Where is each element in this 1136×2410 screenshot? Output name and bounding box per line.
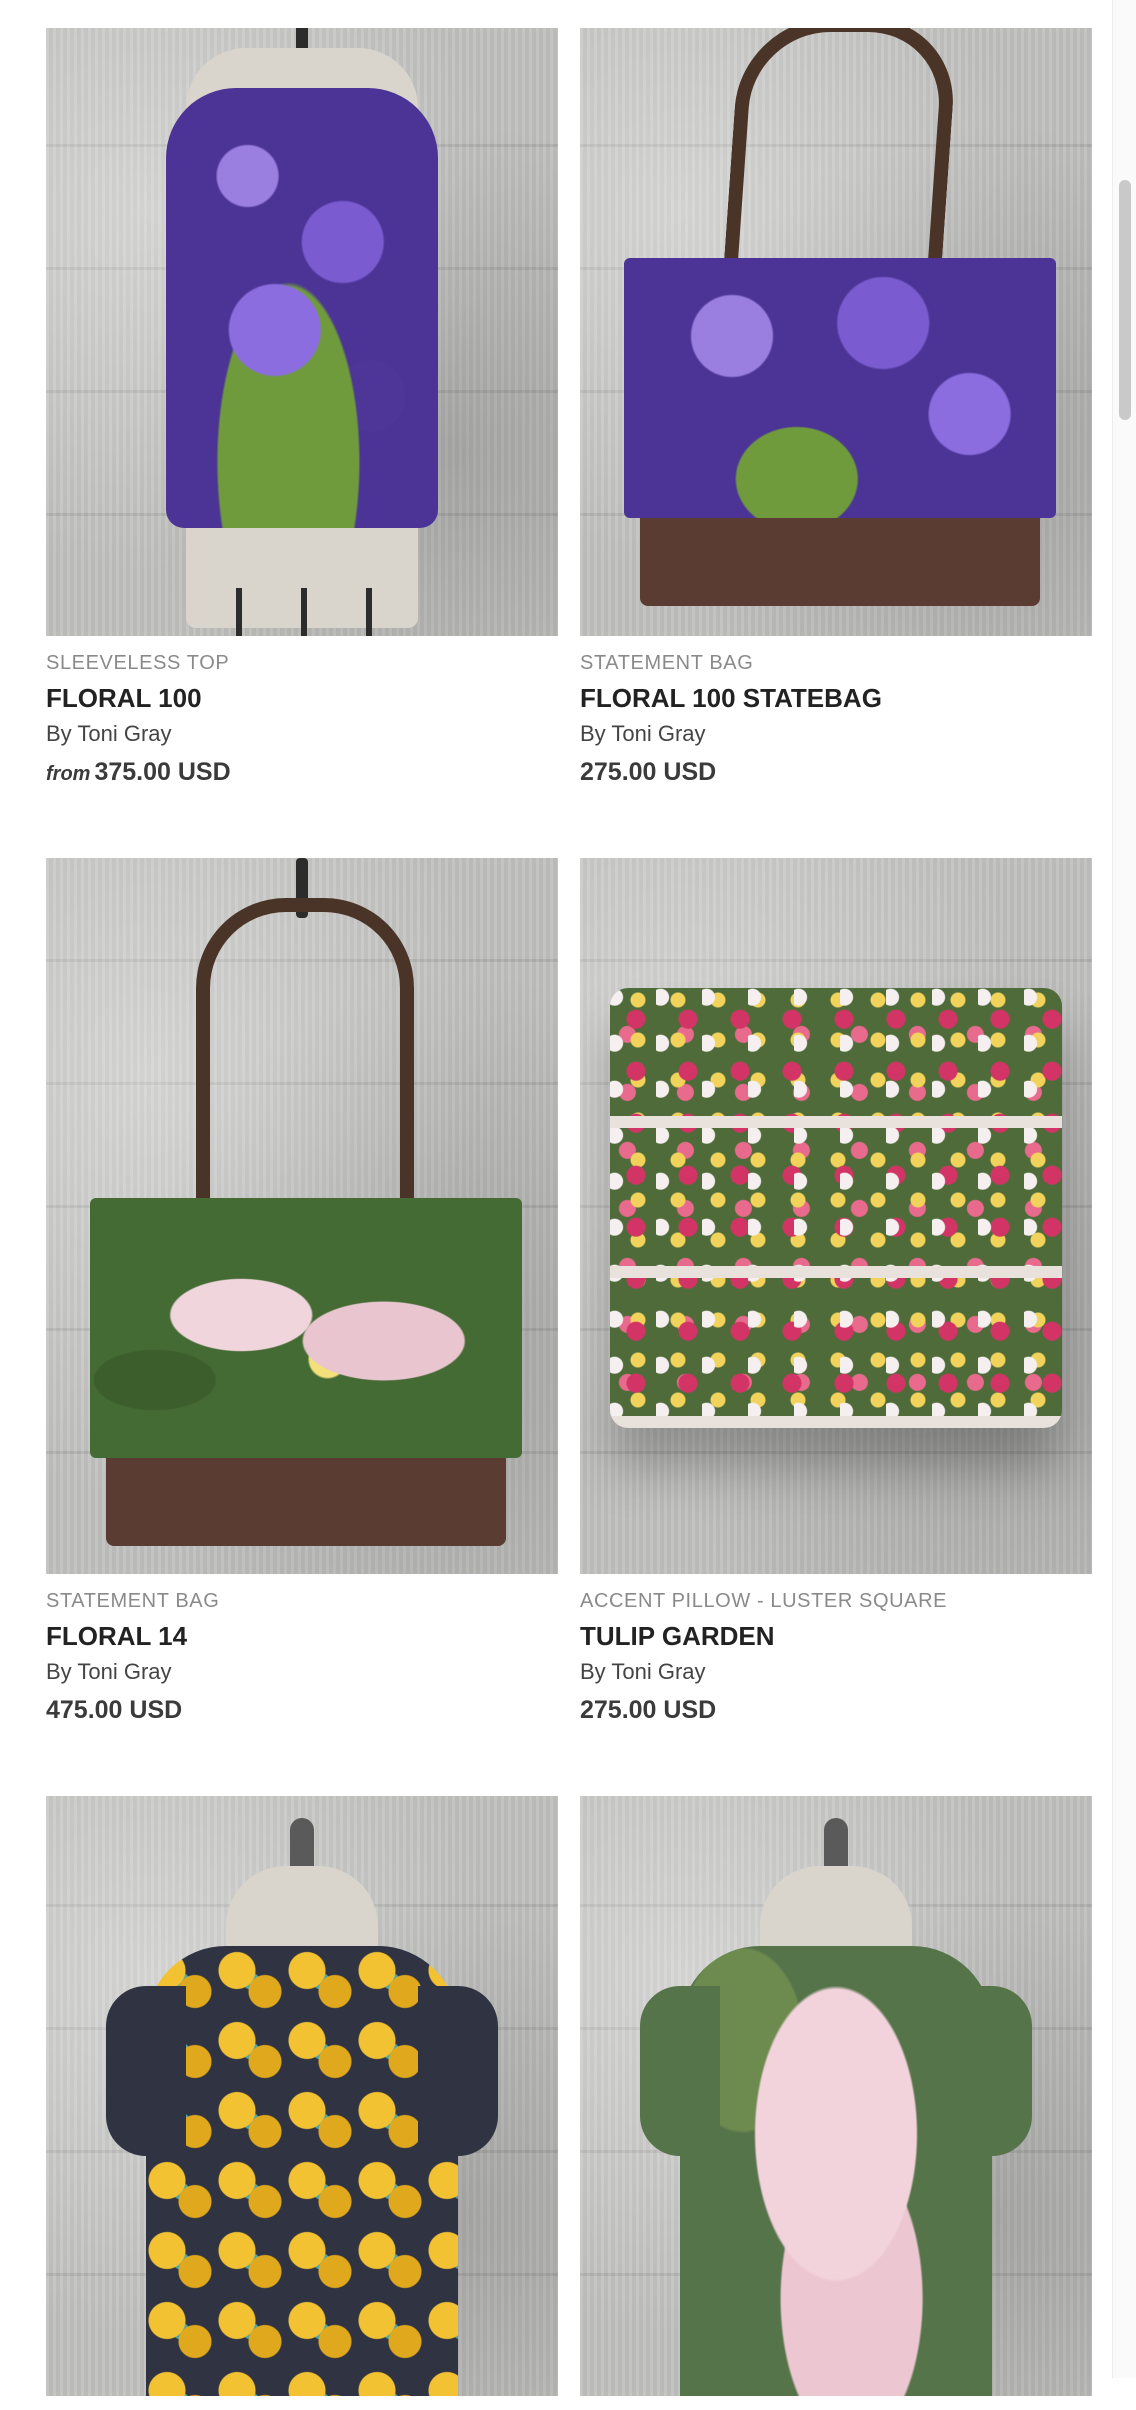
- product-title[interactable]: FLORAL 100: [46, 682, 558, 714]
- scrollbar[interactable]: [1112, 0, 1136, 2378]
- scrollbar-thumb[interactable]: [1119, 180, 1131, 420]
- product-card[interactable]: STATEMENT BAG FLORAL 100 STATEBAG By Ton…: [580, 28, 1092, 788]
- product-type: ACCENT PILLOW - LUSTER SQUARE: [580, 1590, 948, 1612]
- product-type: SLEEVELESS TOP: [46, 652, 230, 674]
- product-image-tee[interactable]: [46, 1796, 558, 2396]
- product-image-statement-bag[interactable]: [580, 28, 1092, 636]
- product-grid: SLEEVELESS TOP FLORAL 100 By Toni Gray f…: [0, 0, 1112, 2396]
- product-price: 275.00 USD: [580, 758, 717, 786]
- product-card[interactable]: ACCENT PILLOW - LUSTER SQUARE TULIP GARD…: [580, 858, 1092, 1726]
- product-artist[interactable]: By Toni Gray: [46, 720, 558, 748]
- product-price: 475.00 USD: [46, 1696, 183, 1724]
- product-type: STATEMENT BAG: [46, 1590, 220, 1612]
- product-artist[interactable]: By Toni Gray: [46, 1658, 558, 1686]
- product-type: STATEMENT BAG: [580, 652, 754, 674]
- product-title[interactable]: FLORAL 100 STATEBAG: [580, 682, 1092, 714]
- price-prefix: from: [46, 763, 91, 785]
- product-artist[interactable]: By Toni Gray: [580, 720, 1092, 748]
- product-card[interactable]: [46, 1796, 558, 2410]
- product-image-accent-pillow[interactable]: [580, 858, 1092, 1574]
- product-price: from 375.00 USD: [46, 758, 231, 786]
- product-card[interactable]: [580, 1796, 1092, 2410]
- product-card[interactable]: STATEMENT BAG FLORAL 14 By Toni Gray 475…: [46, 858, 558, 1726]
- product-image-sleeveless-top[interactable]: [46, 28, 558, 636]
- product-card[interactable]: SLEEVELESS TOP FLORAL 100 By Toni Gray f…: [46, 28, 558, 790]
- product-image-tee[interactable]: [580, 1796, 1092, 2396]
- product-artist[interactable]: By Toni Gray: [580, 1658, 1092, 1686]
- product-title[interactable]: TULIP GARDEN: [580, 1620, 1092, 1652]
- product-title[interactable]: FLORAL 14: [46, 1620, 558, 1652]
- product-price: 275.00 USD: [580, 1696, 717, 1724]
- product-image-statement-bag[interactable]: [46, 858, 558, 1574]
